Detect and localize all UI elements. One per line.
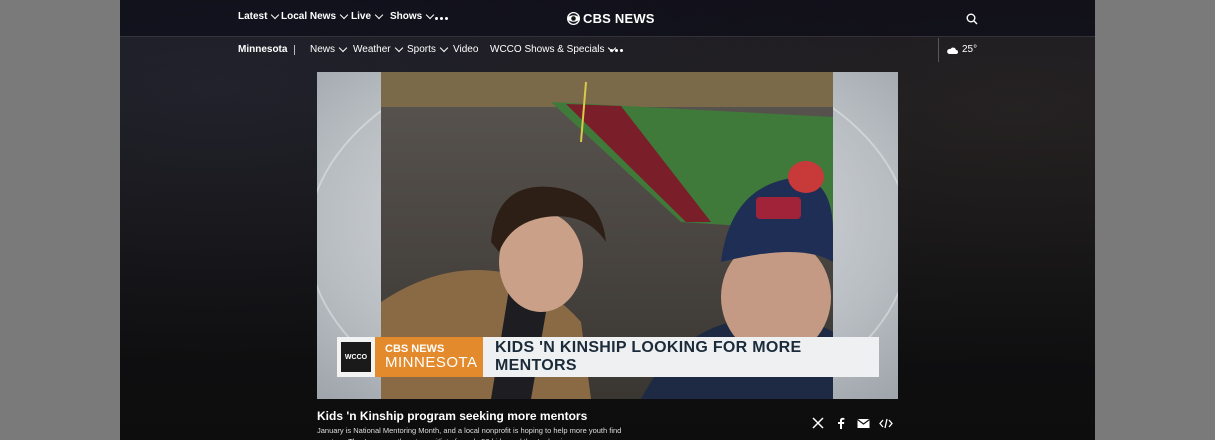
top-navigation: Latest Local News Live Shows CBS NEWS: [120, 0, 1095, 37]
chevron-down-icon: [338, 43, 348, 53]
nav-label: Live: [351, 11, 372, 22]
nav-latest[interactable]: Latest: [238, 10, 280, 22]
cbs-news-logo[interactable]: CBS NEWS: [567, 11, 655, 26]
subnav-label: Video: [453, 44, 479, 55]
nav-label: Shows: [390, 11, 423, 22]
subnav-label: Weather: [353, 44, 391, 55]
chevron-down-icon: [394, 43, 403, 53]
x-icon: [812, 417, 824, 429]
embed-code-icon: [879, 418, 893, 429]
nav-local-news[interactable]: Local News: [281, 10, 349, 22]
share-facebook-button[interactable]: [837, 416, 845, 434]
subnav-wcco-shows[interactable]: WCCO Shows & Specials: [490, 43, 617, 55]
subnav-video[interactable]: Video: [453, 44, 478, 55]
chevron-down-icon: [271, 10, 280, 20]
facebook-icon: [838, 417, 845, 429]
page: Latest Local News Live Shows CBS NEWS Mi…: [120, 0, 1095, 440]
embed-button[interactable]: [879, 416, 893, 434]
chevron-down-icon: [425, 10, 435, 20]
more-icon[interactable]: [435, 17, 448, 20]
brand-bottom: MINNESOTA: [385, 354, 478, 371]
subnav-sports[interactable]: Sports: [407, 43, 449, 55]
nav-shows[interactable]: Shows: [390, 10, 435, 22]
more-icon[interactable]: [610, 49, 623, 52]
cbs-eye-icon: [567, 12, 580, 25]
video-description: January is National Mentoring Month, and…: [317, 426, 622, 440]
weather-widget[interactable]: 25°: [946, 44, 977, 55]
chevron-down-icon: [439, 43, 449, 53]
chevron-down-icon: [339, 10, 349, 20]
video-lower-third: WCCO CBS NEWS MINNESOTA KIDS 'N KINSHIP …: [337, 337, 879, 377]
nav-label: Local News: [281, 11, 337, 22]
subnav-label: News: [310, 44, 336, 55]
share-x-button[interactable]: [812, 416, 824, 434]
region-link[interactable]: Minnesota: [238, 44, 287, 55]
subnav-label: Sports: [407, 44, 436, 55]
video-title: Kids 'n Kinship program seeking more men…: [317, 409, 588, 423]
search-button[interactable]: [966, 12, 978, 30]
subnav-label: WCCO Shows & Specials: [490, 44, 605, 55]
email-icon: [857, 419, 870, 428]
logo-text: CBS NEWS: [583, 11, 655, 26]
search-icon: [966, 13, 978, 25]
subnav-news[interactable]: News: [310, 43, 348, 55]
divider: [938, 38, 939, 62]
divider: [294, 45, 295, 55]
nav-label: Latest: [238, 11, 268, 22]
brand-block: CBS NEWS MINNESOTA: [375, 337, 483, 377]
station-label: WCCO: [341, 342, 371, 372]
share-email-button[interactable]: [857, 416, 870, 434]
chevron-down-icon: [374, 10, 384, 20]
temperature: 25°: [962, 44, 978, 55]
subnav-weather[interactable]: Weather: [353, 43, 403, 55]
cloud-icon: [947, 47, 958, 54]
video-player[interactable]: WCCO CBS NEWS MINNESOTA KIDS 'N KINSHIP …: [317, 72, 898, 399]
banner-headline: KIDS 'N KINSHIP LOOKING FOR MORE MENTORS: [483, 337, 879, 377]
nav-live[interactable]: Live: [351, 10, 384, 22]
wcco-badge: WCCO: [337, 337, 375, 377]
